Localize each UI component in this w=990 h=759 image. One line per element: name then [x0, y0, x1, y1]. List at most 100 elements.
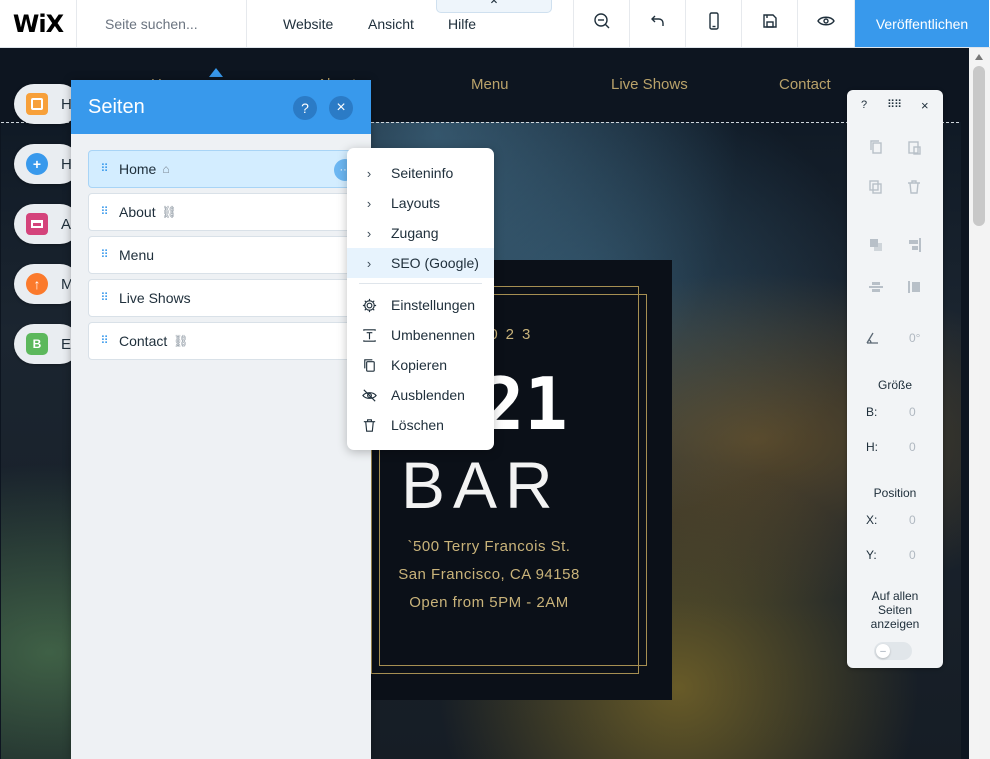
menu-item-label: Umbenennen [391, 327, 476, 343]
x-label: X: [866, 513, 878, 527]
copy-icon [347, 357, 391, 374]
preview-icon [816, 11, 836, 36]
site-nav-menu[interactable]: Menu [471, 76, 509, 93]
card-number: 21 [481, 362, 568, 446]
rename-icon [347, 327, 391, 344]
card-title: BAR [401, 448, 561, 522]
menu-item-loeschen[interactable]: Löschen [347, 410, 494, 440]
search-input[interactable]: Seite suchen... [77, 0, 247, 47]
match-size-icon[interactable] [905, 278, 923, 296]
height-label: H: [866, 440, 878, 454]
publish-button[interactable]: Veröffentlichen [855, 0, 989, 47]
menu-item-layouts[interactable]: › Layouts [347, 188, 494, 218]
distribute-icon[interactable] [867, 278, 885, 296]
drag-handle-icon[interactable]: ⠿ [89, 164, 119, 175]
drag-handle-icon[interactable]: ⠿ [89, 250, 119, 261]
menu-hilfe[interactable]: Hilfe [448, 16, 476, 32]
page-item-menu[interactable]: ⠿ Menu [88, 236, 354, 274]
menu-item-label: Layouts [391, 195, 441, 211]
drag-handle-icon[interactable]: ⠿⠿ [887, 98, 902, 111]
menu-item-seiteninfo[interactable]: › Seiteninfo [347, 158, 494, 188]
menu-item-ausblenden[interactable]: Ausblenden [347, 380, 494, 410]
site-nav-live-shows[interactable]: Live Shows [611, 76, 688, 93]
show-on-all-pages-toggle[interactable]: – [874, 642, 912, 660]
width-input[interactable]: 0 [909, 405, 916, 419]
collapse-toolbar-tab[interactable]: ⌃ [436, 0, 552, 13]
layout-tools-panel: ? ⠿⠿ × 0° Größe B: 0 H: 0 Position X: 0 … [847, 90, 943, 668]
chevron-right-icon: › [366, 165, 372, 181]
scroll-thumb[interactable] [973, 66, 985, 226]
menu-ansicht[interactable]: Ansicht [368, 16, 414, 32]
pages-panel-header: Seiten ? × [71, 80, 371, 134]
zoom-out-button[interactable] [574, 0, 630, 47]
link-icon: ⛓ [173, 334, 189, 348]
help-button[interactable]: ? [861, 99, 867, 111]
store-icon [26, 213, 48, 235]
site-nav-contact[interactable]: Contact [779, 76, 831, 93]
menu-item-label: Ausblenden [391, 387, 465, 403]
canvas-edge [961, 48, 969, 759]
menu-item-label: Kopieren [391, 357, 448, 373]
card-hours: Open from 5PM - 2AM [409, 594, 569, 611]
zoom-out-icon [592, 11, 612, 36]
page-item-about[interactable]: ⠿ About ⛓ [88, 193, 354, 231]
drag-handle-icon[interactable]: ⠿ [89, 207, 119, 218]
main-menu: Website Ansicht Hilfe ⌃ [247, 0, 574, 47]
close-icon[interactable]: × [921, 98, 929, 113]
undo-icon [648, 11, 668, 36]
rotate-angle-icon[interactable] [863, 329, 881, 347]
wix-logo[interactable]: WiX [0, 0, 77, 47]
menu-item-kopieren[interactable]: Kopieren [347, 350, 494, 380]
chevron-right-icon: › [366, 195, 372, 211]
page-item-home[interactable]: ⠿ Home ⌂ ··· [88, 150, 356, 188]
pages-panel: Seiten ? × ⠿ Home ⌂ ··· ⠿ About ⛓ ⠿ Menu… [71, 80, 371, 759]
menu-item-label: Einstellungen [391, 297, 476, 313]
preview-button[interactable] [798, 0, 855, 47]
height-input[interactable]: 0 [909, 440, 916, 454]
y-label: Y: [866, 548, 877, 562]
top-bar: WiX Seite suchen... Website Ansicht Hilf… [0, 0, 990, 48]
scroll-up-icon[interactable] [975, 54, 983, 60]
close-icon[interactable]: × [329, 96, 353, 120]
mobile-view-button[interactable] [686, 0, 742, 47]
menu-item-seo[interactable]: › SEO (Google) [347, 248, 494, 278]
card-address: `500 Terry Francois St. [407, 538, 571, 555]
x-input[interactable]: 0 [909, 513, 916, 527]
rotation-value[interactable]: 0° [909, 331, 920, 345]
rail-item-label: A [61, 216, 72, 233]
undo-button[interactable] [630, 0, 686, 47]
card-city: San Francisco, CA 94158 [398, 566, 580, 583]
help-button[interactable]: ? [293, 96, 317, 120]
position-heading: Position [873, 486, 917, 500]
canvas-scrollbar[interactable] [969, 48, 990, 759]
arrange-icon[interactable] [867, 236, 885, 254]
home-icon: ⌂ [162, 162, 170, 176]
copy-icon[interactable] [867, 138, 885, 156]
page-item-live-shows[interactable]: ⠿ Live Shows [88, 279, 354, 317]
duplicate-icon[interactable] [867, 178, 885, 196]
save-button[interactable] [742, 0, 798, 47]
drag-handle-icon[interactable]: ⠿ [89, 336, 119, 347]
blog-icon: B [26, 333, 48, 355]
y-input[interactable]: 0 [909, 548, 916, 562]
mobile-icon [704, 11, 724, 36]
menu-item-label: SEO (Google) [391, 255, 479, 271]
menu-item-zugang[interactable]: › Zugang [347, 218, 494, 248]
page-item-label: Menu [119, 247, 155, 263]
menu-website[interactable]: Website [283, 16, 333, 32]
save-icon [760, 11, 780, 36]
page-item-label: Contact [119, 333, 168, 349]
trash-icon[interactable] [905, 178, 923, 196]
paste-icon[interactable] [905, 138, 923, 156]
menu-item-einstellungen[interactable]: Einstellungen [347, 290, 494, 320]
page-item-contact[interactable]: ⠿ Contact ⛓ [88, 322, 354, 360]
size-heading: Größe [877, 378, 912, 392]
tools-header: ? ⠿⠿ × [847, 90, 943, 120]
align-icon[interactable] [905, 236, 923, 254]
upload-cloud-icon: ↑ [26, 273, 48, 295]
menu-item-umbenennen[interactable]: Umbenennen [347, 320, 494, 350]
show-all-pages-label-3: anzeigen [870, 617, 920, 631]
wix-editor: WiX Seite suchen... Website Ansicht Hilf… [0, 0, 990, 759]
square-icon [26, 93, 48, 115]
drag-handle-icon[interactable]: ⠿ [89, 293, 119, 304]
